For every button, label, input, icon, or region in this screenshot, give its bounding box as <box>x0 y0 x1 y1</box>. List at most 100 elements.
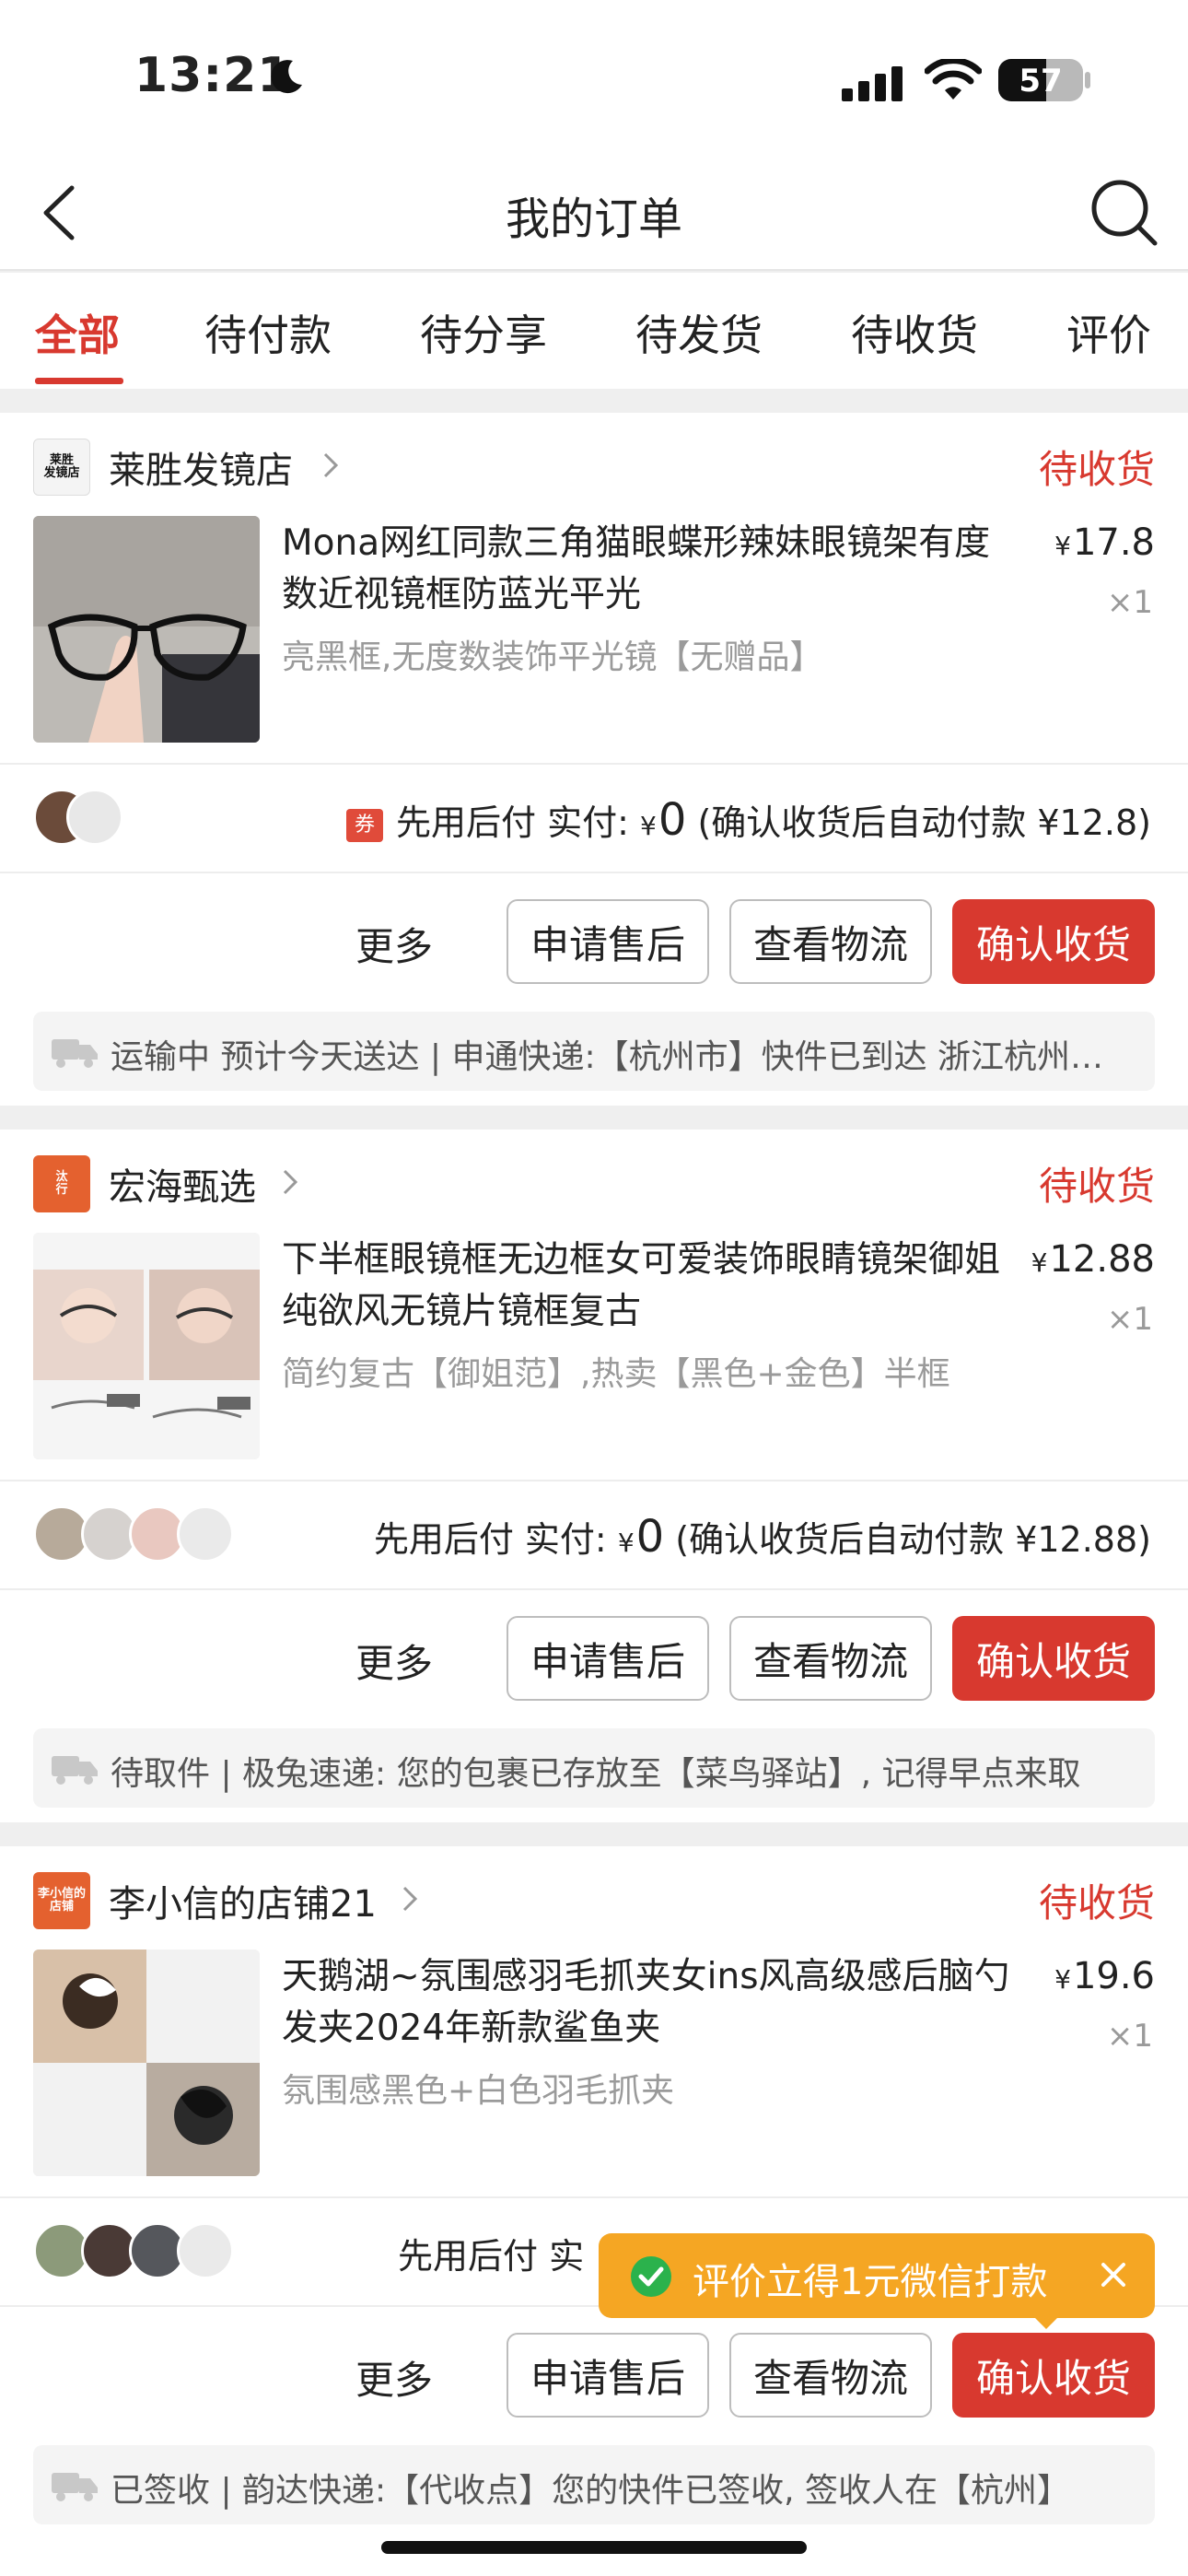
coupon-icon: 券 <box>346 808 384 842</box>
truck-icon <box>52 2473 98 2501</box>
avatar <box>66 789 123 846</box>
avatar <box>177 2222 234 2279</box>
avatar <box>177 1505 234 1563</box>
truck-icon <box>52 1039 98 1068</box>
more-button[interactable]: 更多 <box>355 2349 433 2406</box>
pay-note: (确认收货后自动付款 ¥12.88) <box>675 1519 1151 1560</box>
logistics-bar[interactable]: 已签收 | 韵达快递:【代收点】您的快件已签收, 签收人在【杭州】 <box>33 2445 1155 2524</box>
after-sale-button[interactable]: 申请售后 <box>507 899 709 984</box>
product-spec: 氛围感黑色+白色羽毛抓夹 <box>282 2072 675 2110</box>
pay-symbol: ¥ <box>640 811 657 841</box>
buyer-avatars <box>33 789 254 846</box>
pay-label: 先用后付 实 <box>398 2236 585 2277</box>
chevron-right-icon <box>323 452 339 478</box>
after-sale-button[interactable]: 申请售后 <box>507 2333 709 2418</box>
shop-name[interactable]: 莱胜发镜店 <box>109 440 293 494</box>
after-sale-button[interactable]: 申请售后 <box>507 1616 709 1701</box>
product-image[interactable] <box>33 1233 260 1459</box>
divider <box>0 1480 1188 1481</box>
logistics-text: 已签收 | 韵达快递:【代收点】您的快件已签收, 签收人在【杭州】 <box>111 2472 1071 2510</box>
price-symbol: ¥ <box>1031 1247 1048 1278</box>
payment-summary: 先用后付 实付: ¥0 (确认收货后自动付款 ¥12.88) <box>374 1511 1151 1563</box>
home-indicator <box>381 2541 807 2554</box>
buyer-avatars <box>33 1505 254 1563</box>
order-card: 李小信的 店铺 李小信的店铺21 待收货 天鹅湖~氛围感羽毛抓夹女ins风高级感后… <box>0 1846 1188 2576</box>
product-image[interactable] <box>33 1950 260 2176</box>
status-bar: 13:21 57 <box>0 0 1188 157</box>
order-status: 待收货 <box>1038 447 1155 492</box>
product-spec: 亮黑框,无度数装饰平光镜【无赠品】 <box>282 638 823 676</box>
search-icon[interactable] <box>1089 177 1159 247</box>
order-status: 待收货 <box>1038 1880 1155 1926</box>
divider <box>0 872 1188 873</box>
page-title: 我的订单 <box>505 193 682 245</box>
product-title[interactable]: 天鹅湖~氛围感羽毛抓夹女ins风高级感后脑勺发夹2024年新款鲨鱼夹 <box>282 1951 1019 2055</box>
shop-name[interactable]: 李小信的店铺21 <box>109 1874 377 1927</box>
close-icon[interactable] <box>1096 2257 1131 2292</box>
pay-label: 先用后付 实付: <box>373 1519 607 1560</box>
price-symbol: ¥ <box>1054 531 1071 561</box>
pay-amount: 0 <box>658 794 687 846</box>
product-title[interactable]: Mona网红同款三角猫眼蝶形辣妹眼镜架有度数近视镜框防蓝光平光 <box>282 518 1019 621</box>
truck-icon <box>52 1756 98 1785</box>
shop-logo[interactable]: 汰行 <box>33 1155 90 1212</box>
tab-pending-shipment[interactable]: 待发货 <box>635 302 763 363</box>
tab-pending-payment[interactable]: 待付款 <box>204 302 332 363</box>
divider <box>0 2196 1188 2198</box>
shop-logo[interactable]: 莱胜 发镜店 <box>33 439 90 496</box>
product-quantity: ×1 <box>1106 2018 1153 2055</box>
pay-amount: 0 <box>635 1511 665 1563</box>
shop-name[interactable]: 宏海甄选 <box>109 1157 256 1211</box>
view-logistics-button[interactable]: 查看物流 <box>729 899 932 984</box>
order-card: 汰行 宏海甄选 待收货 下半框眼镜框无边框女可爱装饰眼睛镜架御姐纯欲风无镜片镜框… <box>0 1130 1188 1822</box>
view-logistics-button[interactable]: 查看物流 <box>729 1616 932 1701</box>
view-logistics-button[interactable]: 查看物流 <box>729 2333 932 2418</box>
order-card: 莱胜 发镜店 莱胜发镜店 待收货 Mona网红同款三角猫眼蝶形辣妹眼镜架有度数近视… <box>0 413 1188 1106</box>
price-value: 17.8 <box>1072 521 1155 564</box>
signal-icon <box>842 66 903 101</box>
product-spec: 简约复古【御姐范】,热卖【黑色+金色】半框 <box>282 1355 950 1393</box>
payment-summary: 先用后付 实 <box>398 2228 584 2278</box>
product-title[interactable]: 下半框眼镜框无边框女可爱装饰眼睛镜架御姐纯欲风无镜片镜框复古 <box>282 1235 1019 1338</box>
more-button[interactable]: 更多 <box>355 1633 433 1689</box>
price-value: 19.6 <box>1072 1955 1155 1997</box>
review-reward-tooltip[interactable]: 评价立得1元微信打款 <box>599 2233 1155 2329</box>
nav-header: 我的订单 <box>0 157 1188 271</box>
product-image[interactable] <box>33 516 260 743</box>
chevron-right-icon <box>402 1886 418 1912</box>
tooltip-text: 评价立得1元微信打款 <box>693 2261 1048 2303</box>
logistics-bar[interactable]: 待取件 | 极兔速递: 您的包裹已存放至【菜鸟驿站】, 记得早点来取 <box>33 1728 1155 1808</box>
divider <box>0 763 1188 765</box>
order-tabs: 全部 待付款 待分享 待发货 待收货 评价 <box>0 273 1188 389</box>
product-quantity: ×1 <box>1106 584 1153 621</box>
pay-label: 先用后付 实付: <box>396 802 629 843</box>
tab-active-underline <box>35 378 123 384</box>
wifi-icon <box>925 59 982 100</box>
product-price: ¥19.6 <box>1054 1955 1155 1997</box>
product-price: ¥12.88 <box>1031 1238 1155 1281</box>
buyer-avatars <box>33 2222 254 2279</box>
confirm-receipt-button[interactable]: 确认收货 <box>952 899 1155 984</box>
logistics-text: 待取件 | 极兔速递: 您的包裹已存放至【菜鸟驿站】, 记得早点来取 <box>111 1755 1081 1793</box>
tab-review[interactable]: 评价 <box>1066 302 1151 363</box>
tab-pending-receipt[interactable]: 待收货 <box>851 302 978 363</box>
confirm-receipt-button[interactable]: 确认收货 <box>952 1616 1155 1701</box>
payment-summary: 券先用后付 实付: ¥0 (确认收货后自动付款 ¥12.8) <box>346 794 1151 846</box>
price-symbol: ¥ <box>1054 1964 1071 1995</box>
shop-logo[interactable]: 李小信的 店铺 <box>33 1872 90 1929</box>
wechat-pay-icon <box>631 2256 671 2297</box>
battery-indicator: 57 <box>998 59 1083 101</box>
tab-pending-share[interactable]: 待分享 <box>420 302 547 363</box>
tab-all[interactable]: 全部 <box>35 302 120 363</box>
more-button[interactable]: 更多 <box>355 916 433 972</box>
order-status: 待收货 <box>1038 1164 1155 1209</box>
pay-symbol: ¥ <box>617 1528 635 1558</box>
product-quantity: ×1 <box>1106 1301 1153 1338</box>
confirm-receipt-button[interactable]: 确认收货 <box>952 2333 1155 2418</box>
moon-icon <box>271 60 302 94</box>
battery-percent: 57 <box>1019 63 1063 100</box>
product-price: ¥17.8 <box>1054 521 1155 564</box>
pay-note: (确认收货后自动付款 ¥12.8) <box>697 802 1151 843</box>
logistics-bar[interactable]: 运输中 预计今天送达 | 申通快递:【杭州市】快件已到达 浙江杭州转运中心 <box>33 1012 1155 1091</box>
divider <box>0 1588 1188 1590</box>
